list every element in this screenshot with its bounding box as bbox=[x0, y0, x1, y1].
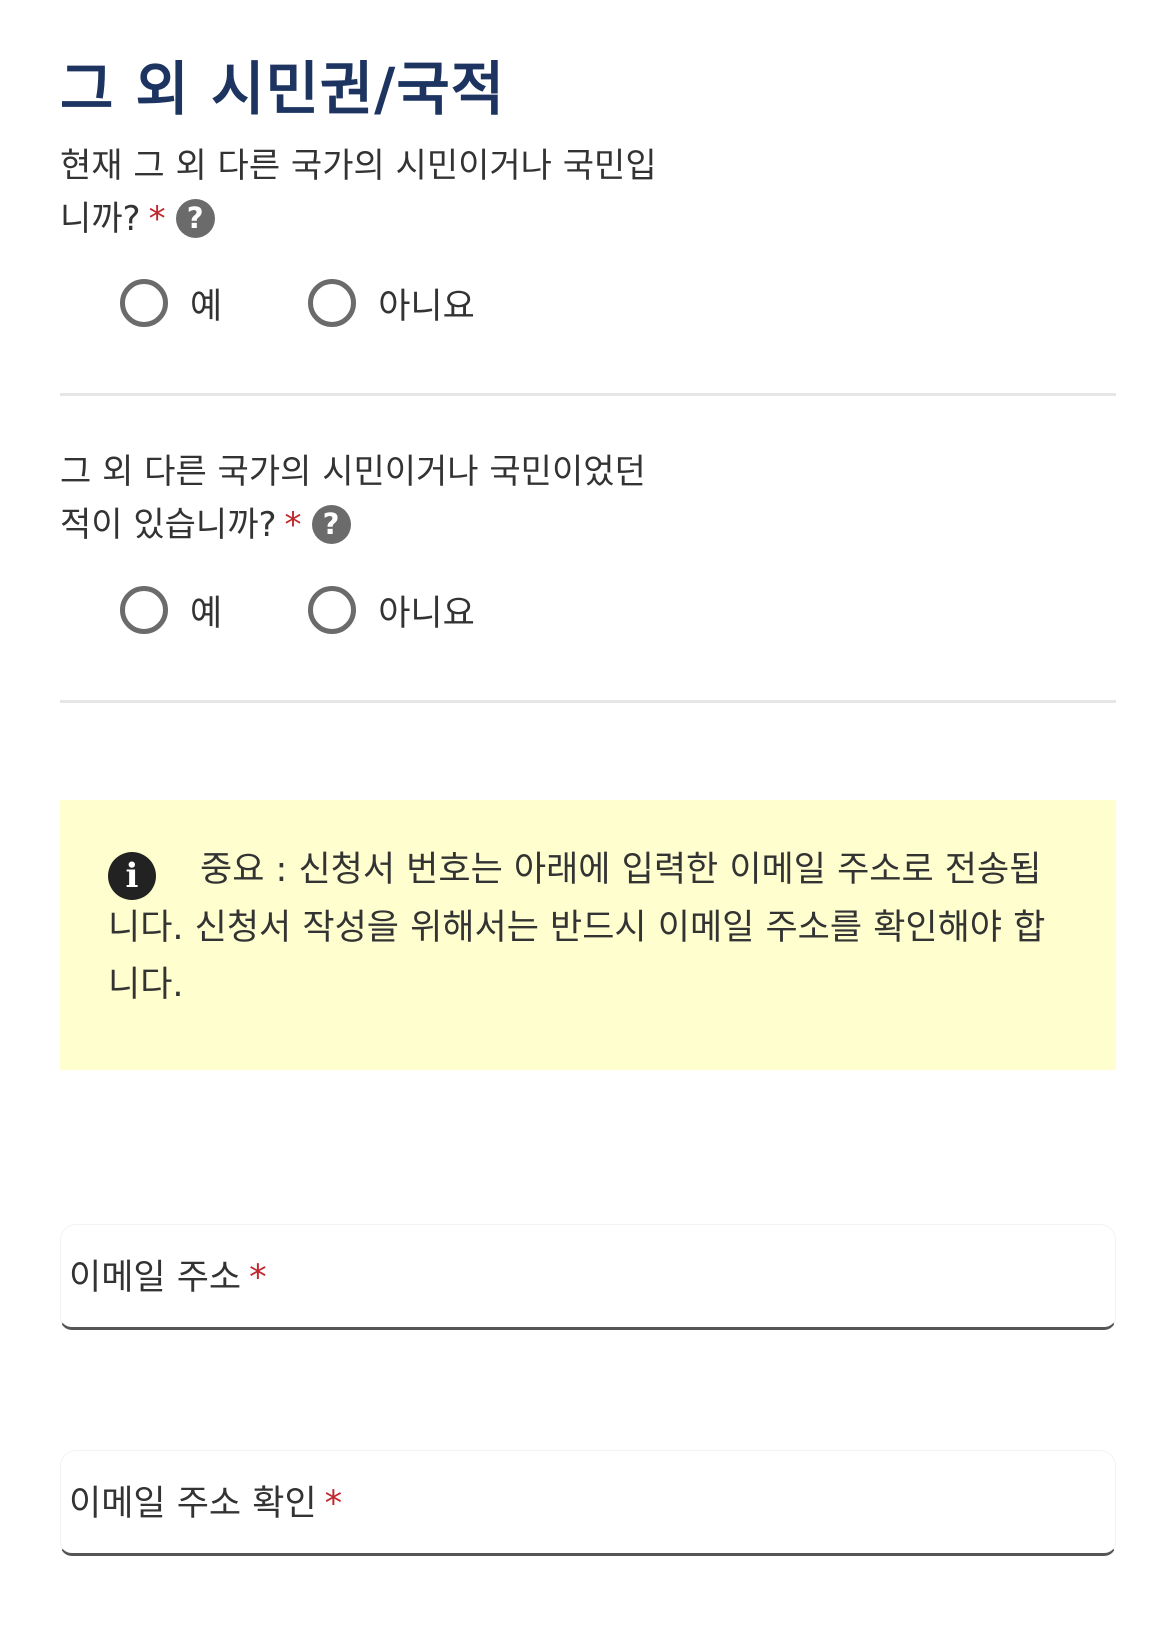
past-citizenship-no-option[interactable]: 아니요 bbox=[308, 585, 475, 636]
radio-label-no[interactable]: 아니요 bbox=[378, 278, 475, 329]
email-field-label: 이메일 주소 * bbox=[69, 1249, 267, 1300]
current-citizenship-question: 현재 그 외 다른 국가의 시민이거나 국민입니까? *? bbox=[60, 140, 660, 246]
required-star: * bbox=[284, 505, 302, 545]
email-label-text: 이메일 주소 bbox=[69, 1258, 242, 1298]
current-citizenship-no-option[interactable]: 아니요 bbox=[308, 278, 475, 329]
radio-label-yes[interactable]: 예 bbox=[190, 278, 222, 329]
radio-label-no[interactable]: 아니요 bbox=[378, 585, 475, 636]
notice-text: 중요 : 신청서 번호는 아래에 입력한 이메일 주소로 전송됩니다. 신청서 … bbox=[108, 850, 1046, 1005]
past-citizenship-yes-option[interactable]: 예 bbox=[120, 585, 222, 636]
confirm-email-field-label: 이메일 주소 확인 * bbox=[69, 1475, 342, 1526]
required-star: * bbox=[249, 1258, 267, 1298]
radio-empty-icon[interactable] bbox=[120, 279, 168, 327]
question-help-icon[interactable]: ? bbox=[311, 505, 351, 544]
current-citizenship-radio-group: 예 아니요 bbox=[120, 273, 475, 333]
required-star: * bbox=[148, 199, 166, 239]
question-help-icon[interactable]: ? bbox=[175, 199, 215, 238]
radio-label-yes[interactable]: 예 bbox=[190, 585, 222, 636]
info-circle-icon: i bbox=[108, 852, 156, 900]
required-star: * bbox=[324, 1484, 343, 1524]
past-citizenship-radio-group: 예 아니요 bbox=[120, 580, 475, 640]
section-title: 그 외 시민권/국적 bbox=[60, 55, 506, 123]
section-divider bbox=[60, 700, 1116, 703]
question-text: 그 외 다른 국가의 시민이거나 국민이었던 적이 있습니까? bbox=[60, 452, 646, 545]
radio-empty-icon[interactable] bbox=[308, 586, 357, 634]
notice-content: i 중요 : 신청서 번호는 아래에 입력한 이메일 주소로 전송됩니다. 신청서… bbox=[108, 842, 1068, 1014]
current-citizenship-yes-option[interactable]: 예 bbox=[120, 278, 222, 329]
confirm-email-field[interactable]: 이메일 주소 확인 * bbox=[60, 1450, 1116, 1556]
email-field[interactable]: 이메일 주소 * bbox=[60, 1224, 1116, 1330]
past-citizenship-question: 그 외 다른 국가의 시민이거나 국민이었던 적이 있습니까? *? bbox=[60, 446, 660, 552]
confirm-email-label-text: 이메일 주소 확인 bbox=[69, 1484, 317, 1524]
important-notice: i 중요 : 신청서 번호는 아래에 입력한 이메일 주소로 전송됩니다. 신청서… bbox=[60, 800, 1116, 1070]
radio-empty-icon[interactable] bbox=[120, 586, 168, 634]
radio-empty-icon[interactable] bbox=[308, 279, 357, 327]
section-divider bbox=[60, 393, 1116, 396]
